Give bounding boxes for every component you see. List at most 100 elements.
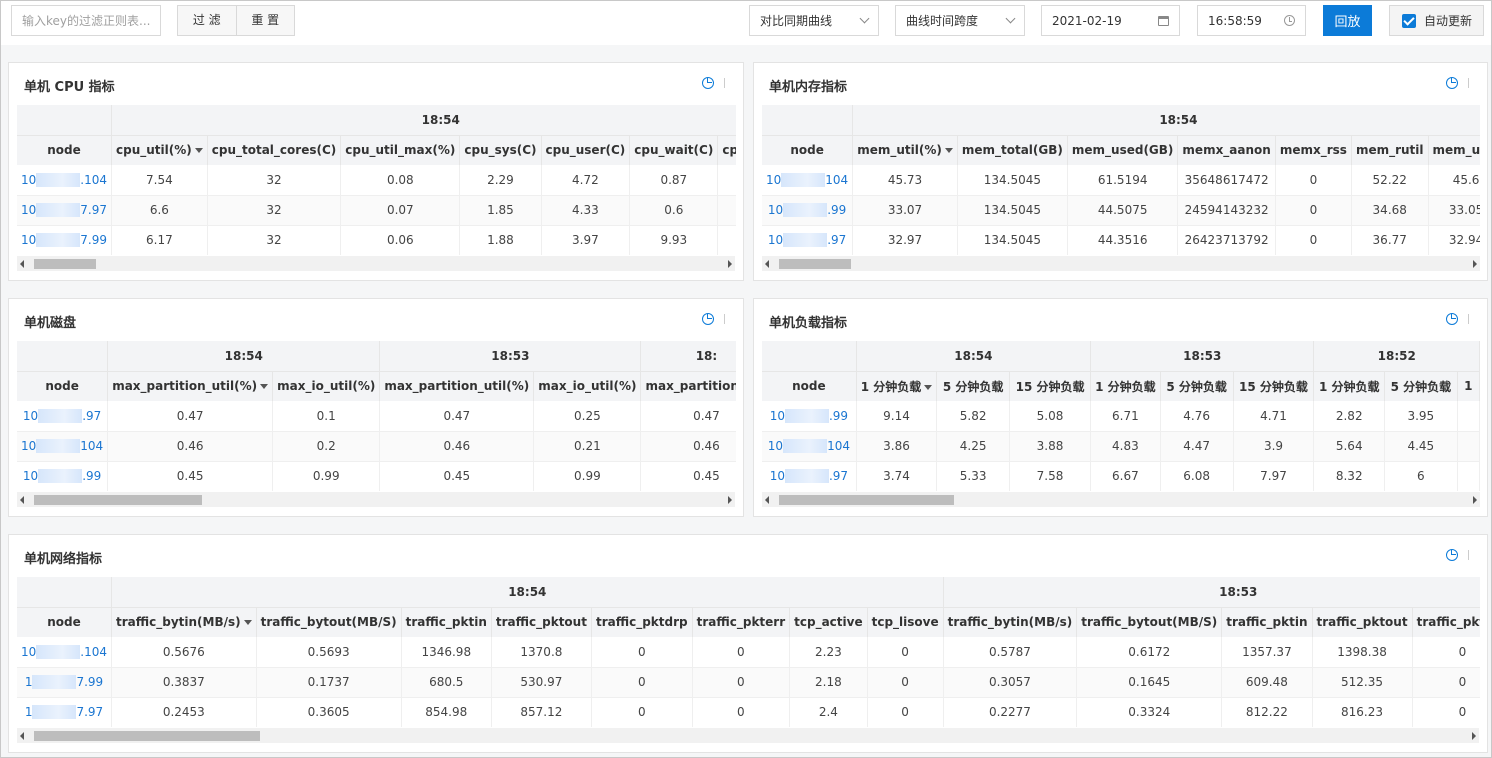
sort-desc-icon[interactable]: [924, 384, 933, 390]
column-header[interactable]: mem_total(GB): [957, 135, 1068, 165]
column-header[interactable]: cpu_st: [717, 135, 736, 165]
scroll-left-icon[interactable]: [765, 260, 769, 268]
node-link[interactable]: 10 .104: [17, 637, 112, 668]
curve-span-select[interactable]: 曲线时间跨度: [895, 5, 1025, 36]
auto-refresh-checkbox[interactable]: 自动更新: [1389, 5, 1484, 36]
column-header[interactable]: cpu_user(C): [541, 135, 631, 165]
column-header[interactable]: traffic_pktout: [1312, 607, 1413, 637]
node-link[interactable]: 10 7.97: [17, 195, 112, 226]
scrollbar-thumb[interactable]: [34, 495, 202, 505]
node-link[interactable]: 1 7.97: [17, 697, 112, 727]
reset-button[interactable]: 重 置: [235, 6, 295, 35]
column-header[interactable]: max_partition_util(%): [107, 371, 274, 401]
column-header[interactable]: max_partition_util(%): [379, 371, 535, 401]
date-picker[interactable]: 2021-02-19: [1041, 5, 1180, 36]
column-header[interactable]: max_io_util(%): [533, 371, 642, 401]
checkbox-checked-icon[interactable]: [1402, 13, 1416, 28]
pie-chart-icon[interactable]: [702, 77, 714, 89]
column-header[interactable]: tcp_active: [789, 607, 868, 637]
pie-chart-icon[interactable]: [1446, 77, 1458, 89]
column-header[interactable]: traffic_bytout(MB/S): [1076, 607, 1223, 637]
node-link[interactable]: 10.99: [762, 195, 854, 226]
column-header[interactable]: 1 分钟负载: [1090, 371, 1161, 401]
scroll-left-icon[interactable]: [20, 260, 24, 268]
column-header[interactable]: memx_rss: [1275, 135, 1352, 165]
scrollbar-thumb[interactable]: [779, 259, 851, 269]
column-header[interactable]: cpu_util(%): [111, 135, 208, 165]
scroll-right-icon[interactable]: [728, 496, 732, 504]
sort-desc-icon[interactable]: [944, 148, 953, 154]
column-header[interactable]: cpu_wait(C): [629, 135, 719, 165]
column-header[interactable]: traffic_pktout: [491, 607, 592, 637]
scroll-right-icon[interactable]: [1473, 260, 1477, 268]
scroll-left-icon[interactable]: [20, 496, 24, 504]
sort-desc-icon[interactable]: [243, 620, 252, 626]
node-link[interactable]: 10 104: [17, 431, 109, 462]
node-link[interactable]: 10.99: [17, 461, 109, 491]
node-link[interactable]: 10 104: [762, 165, 854, 196]
column-header-node[interactable]: node: [762, 135, 854, 165]
column-header[interactable]: 15 分钟负载: [1009, 371, 1092, 401]
column-header[interactable]: traffic_bytin(MB/s): [111, 607, 257, 637]
column-header-node[interactable]: node: [17, 371, 109, 401]
pie-chart-icon[interactable]: [702, 313, 714, 325]
column-header[interactable]: mem_rutil: [1351, 135, 1429, 165]
node-link[interactable]: 10 104: [762, 431, 857, 462]
column-header-node[interactable]: node: [762, 371, 857, 401]
node-link[interactable]: 10 .104: [17, 165, 112, 196]
column-header[interactable]: cpu_util_max(%): [340, 135, 461, 165]
column-header[interactable]: traffic_bytin(MB/s): [943, 607, 1078, 637]
node-link[interactable]: 10.97: [17, 401, 109, 432]
column-header[interactable]: mem_used(GB): [1067, 135, 1179, 165]
column-header[interactable]: 1: [1457, 371, 1480, 401]
scroll-left-icon[interactable]: [765, 496, 769, 504]
column-header[interactable]: 5 分钟负载: [936, 371, 1011, 401]
filter-button[interactable]: 过 滤: [178, 6, 236, 35]
horizontal-scrollbar[interactable]: [762, 492, 1480, 507]
column-header[interactable]: traffic_pktdrp: [591, 607, 693, 637]
compare-curve-select[interactable]: 对比同期曲线: [749, 5, 879, 36]
horizontal-scrollbar[interactable]: [762, 256, 1480, 271]
column-header[interactable]: traffic_pkterr: [692, 607, 791, 637]
sort-desc-icon[interactable]: [194, 148, 203, 154]
scrollbar-thumb[interactable]: [34, 731, 260, 741]
column-header[interactable]: cpu_sys(C): [459, 135, 542, 165]
node-link[interactable]: 10.97: [762, 461, 857, 491]
scroll-left-icon[interactable]: [20, 732, 24, 740]
column-header-node[interactable]: node: [17, 607, 112, 637]
scrollbar-thumb[interactable]: [34, 259, 96, 269]
column-header[interactable]: memx_aanon: [1177, 135, 1276, 165]
column-header[interactable]: 15 分钟负载: [1233, 371, 1315, 401]
replay-button[interactable]: 回放: [1323, 5, 1372, 36]
horizontal-scrollbar[interactable]: [17, 728, 1479, 743]
node-link[interactable]: 10.97: [762, 225, 854, 255]
node-link[interactable]: 1 7.99: [17, 667, 112, 698]
sort-desc-icon[interactable]: [260, 384, 269, 390]
horizontal-scrollbar[interactable]: [17, 492, 735, 507]
column-header[interactable]: cpu_total_cores(C): [207, 135, 342, 165]
node-link[interactable]: 10 7.99: [17, 225, 112, 255]
node-link[interactable]: 10.99: [762, 401, 857, 432]
pie-chart-icon[interactable]: [1446, 313, 1458, 325]
column-header[interactable]: mem_util(%): [852, 135, 958, 165]
column-header[interactable]: 1 分钟负载: [856, 371, 938, 401]
column-header[interactable]: max_io_util(%): [272, 371, 381, 401]
column-header[interactable]: traffic_pktdrp: [1412, 607, 1480, 637]
column-header[interactable]: mem_util(: [1428, 135, 1480, 165]
pie-chart-icon[interactable]: [1446, 549, 1458, 561]
key-filter-input[interactable]: 输入key的过滤正则表...: [11, 5, 161, 36]
column-header[interactable]: traffic_pktin: [1221, 607, 1313, 637]
column-header[interactable]: 1 分钟负载: [1313, 371, 1385, 401]
horizontal-scrollbar[interactable]: [17, 256, 735, 271]
column-header[interactable]: traffic_bytout(MB/S): [256, 607, 402, 637]
column-header[interactable]: 5 分钟负载: [1160, 371, 1234, 401]
column-header[interactable]: 5 分钟负载: [1384, 371, 1458, 401]
scroll-right-icon[interactable]: [728, 260, 732, 268]
column-header[interactable]: tcp_lisove: [867, 607, 944, 637]
scrollbar-thumb[interactable]: [779, 495, 954, 505]
column-header[interactable]: max_partition_util: [640, 371, 736, 401]
scroll-right-icon[interactable]: [1473, 496, 1477, 504]
column-header-node[interactable]: node: [17, 135, 112, 165]
time-picker[interactable]: 16:58:59: [1197, 5, 1306, 36]
column-header[interactable]: traffic_pktin: [401, 607, 492, 637]
